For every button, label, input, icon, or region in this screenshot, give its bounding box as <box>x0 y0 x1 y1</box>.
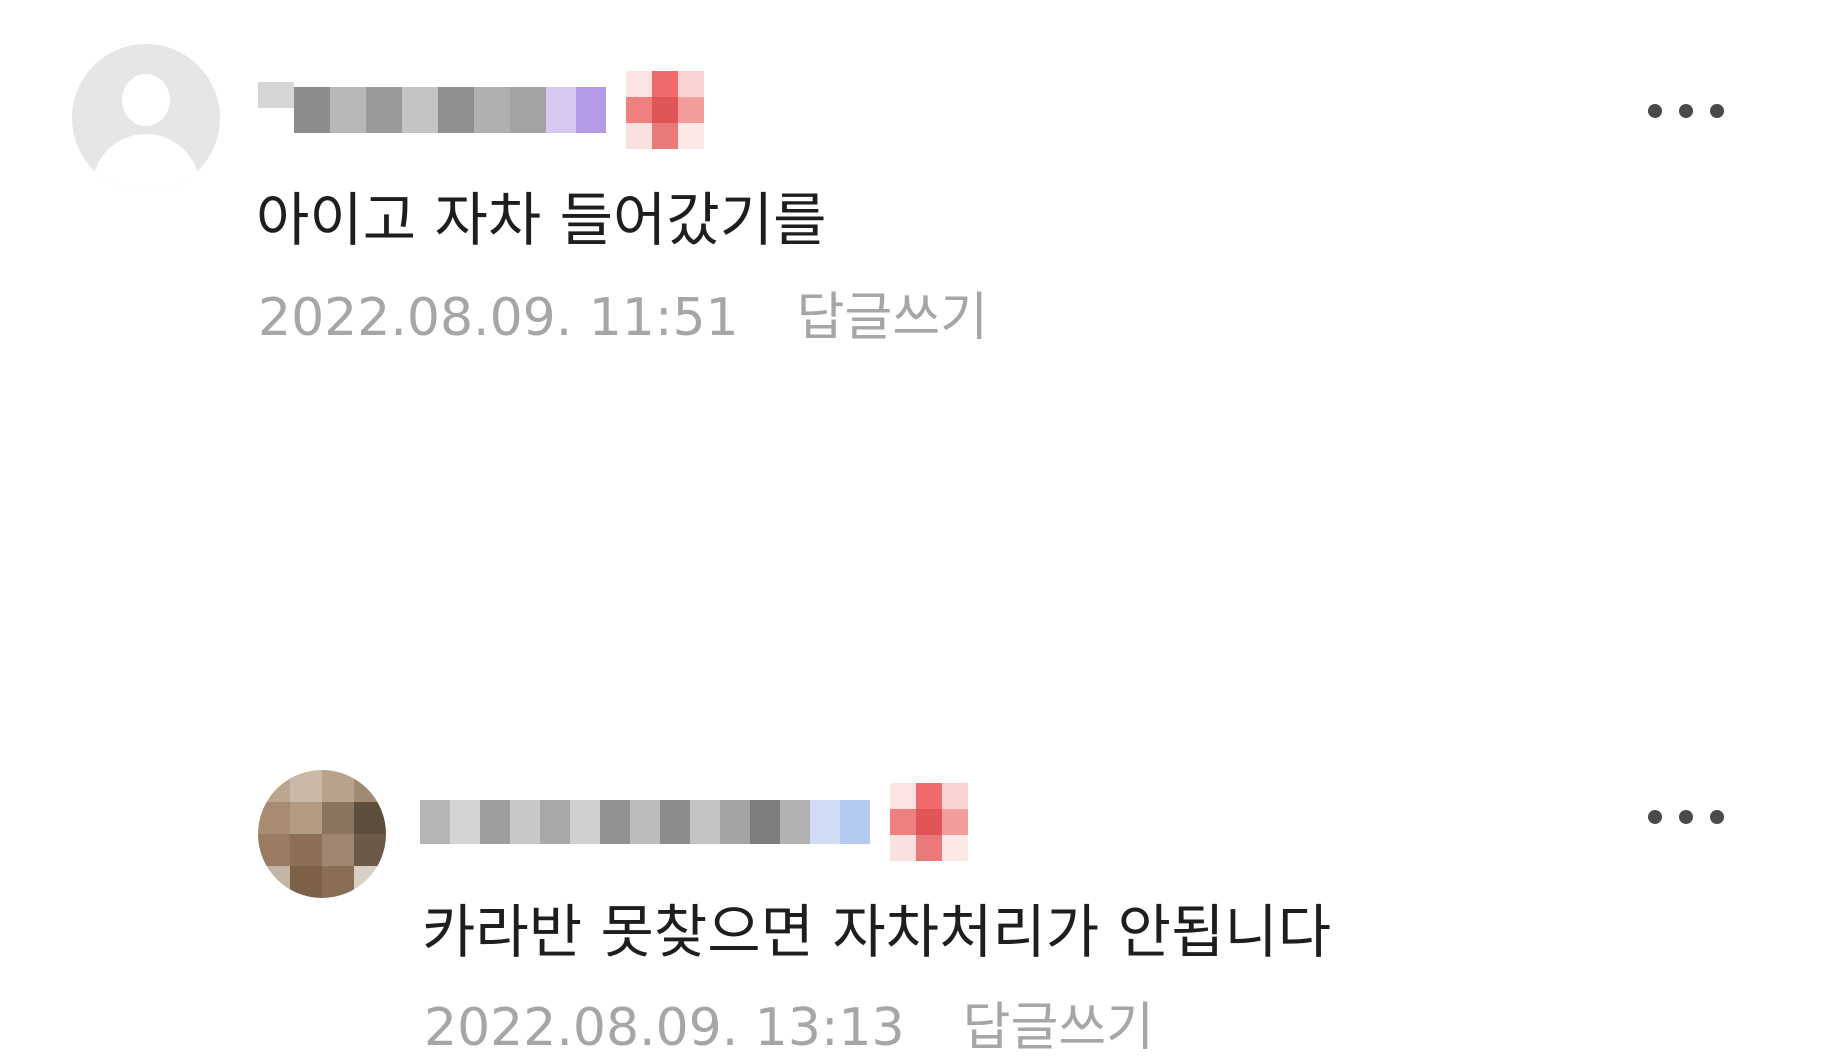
default-avatar-icon[interactable] <box>72 44 220 192</box>
author-name-pixelated[interactable] <box>258 71 704 149</box>
comment-meta: 2022.08.09. 11:51 답글쓰기 <box>258 286 988 350</box>
comment-date: 2022.08.09. 11:51 <box>258 288 739 348</box>
reply-button[interactable]: 답글쓰기 <box>963 996 1154 1060</box>
more-horizontal-icon[interactable] <box>1648 802 1724 832</box>
reply-button[interactable]: 답글쓰기 <box>797 286 988 350</box>
level-badge-icon <box>626 71 704 149</box>
comment-item: 아이고 자차 들어갔기를 2022.08.09. 11:51 답글쓰기 <box>0 0 1824 360</box>
comment-date: 2022.08.09. 13:13 <box>424 998 905 1058</box>
user-avatar[interactable] <box>258 770 386 898</box>
comment-text: 아이고 자차 들어갔기를 <box>256 186 827 254</box>
author-name-pixelated[interactable] <box>420 783 968 861</box>
comment-meta: 2022.08.09. 13:13 답글쓰기 <box>424 996 1154 1060</box>
comment-text: 카라반 못찾으면 자차처리가 안됩니다 <box>422 898 1332 966</box>
level-badge-icon <box>890 783 968 861</box>
reply-item: 카라반 못찾으면 자차처리가 안됩니다 2022.08.09. 13:13 답글… <box>0 360 1824 1058</box>
more-horizontal-icon[interactable] <box>1648 96 1724 126</box>
